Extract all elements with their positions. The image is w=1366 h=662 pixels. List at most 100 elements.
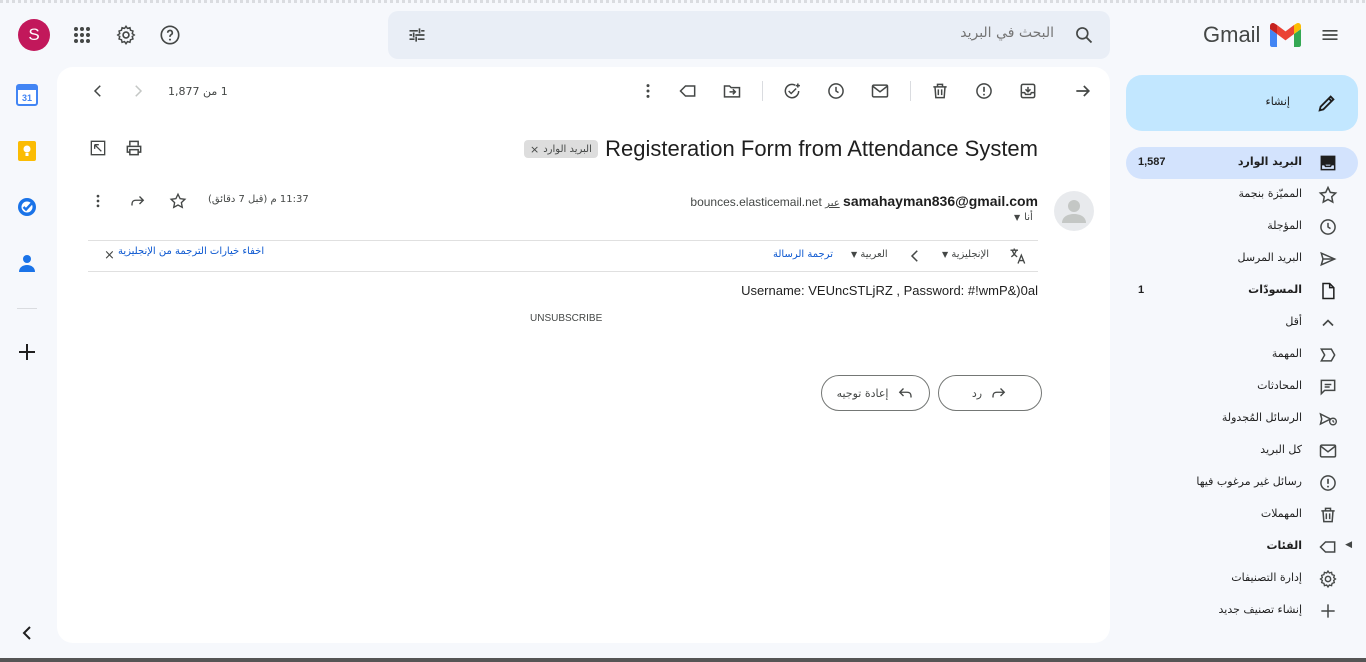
more-actions-button[interactable]: [628, 71, 668, 111]
message-body: Username: VEUncSTLjRZ , Password: #!wmP&…: [741, 283, 1038, 298]
sender-avatar: [1054, 191, 1094, 231]
label-chip-text: البريد الوارد: [543, 143, 592, 155]
recipient-details[interactable]: ▼ أنا: [1014, 212, 1033, 223]
print-button[interactable]: [114, 128, 154, 168]
sidebar-item-label: المهمة: [1271, 347, 1302, 360]
main-menu-button[interactable]: [1310, 15, 1350, 55]
add-to-tasks-button[interactable]: [772, 71, 812, 111]
sender-email[interactable]: samahayman836@gmail.com: [843, 193, 1038, 209]
source-language: الإنجليزية: [951, 249, 990, 260]
sidebar-item-star[interactable]: المميّزة بنجمة: [1126, 179, 1358, 211]
keep-app-icon[interactable]: [16, 140, 38, 162]
reply-arrow-icon: [131, 196, 145, 206]
help-button[interactable]: [150, 15, 190, 55]
archive-button[interactable]: [1008, 71, 1048, 111]
mark-unread-button[interactable]: [860, 71, 900, 111]
chevron-right-icon: [135, 85, 143, 97]
sender-via-domain: bounces.elasticemail.net: [690, 195, 822, 209]
move-folder-icon: [723, 85, 741, 98]
sidebar-item-gear[interactable]: إدارة التصنيفات: [1126, 563, 1358, 595]
collapse-side-panel-icon[interactable]: [16, 622, 38, 644]
sender-line: bounces.elasticemail.net عبر samahayman8…: [690, 193, 1038, 209]
sidebar-item-label: الفئات: [1266, 539, 1303, 552]
calendar-app-icon[interactable]: 31: [16, 84, 38, 106]
sidebar-item-label: أقل: [1285, 315, 1302, 328]
delete-button[interactable]: [920, 71, 960, 111]
sidebar-item-inbox[interactable]: البريد الوارد 1,587: [1126, 147, 1358, 179]
sidebar-item-trash[interactable]: المهملات: [1126, 499, 1358, 531]
translate-message-link[interactable]: ترجمة الرسالة: [773, 249, 833, 260]
close-translate-icon[interactable]: ×: [104, 248, 115, 263]
sidebar-item-scheduled-send[interactable]: الرسائل المُجدولة: [1126, 403, 1358, 435]
chevron-left-icon: [910, 250, 918, 262]
report-spam-button[interactable]: [964, 71, 1004, 111]
sidebar-item-send[interactable]: البريد المرسل: [1126, 243, 1358, 275]
chevron-up-icon: [1318, 313, 1338, 333]
spam-icon: [1318, 473, 1338, 493]
expand-arrow-icon[interactable]: ◀: [1345, 539, 1352, 550]
labels-button[interactable]: [668, 71, 708, 111]
sidebar-item-label[interactable]: الفئات ◀: [1126, 531, 1358, 563]
apps-button[interactable]: [62, 15, 102, 55]
bottom-border: [0, 658, 1366, 662]
sidebar-item-label: المهملات: [1260, 507, 1302, 520]
sidebar-item-draft[interactable]: المسودّات 1: [1126, 275, 1358, 307]
contacts-app-icon[interactable]: [16, 252, 38, 274]
newer-button[interactable]: [118, 71, 158, 111]
hide-translation-link[interactable]: اخفاء خيارات الترجمة من الإنجليزية: [118, 246, 264, 257]
forward-button[interactable]: إعادة توجيه: [821, 375, 930, 411]
search-options-button[interactable]: [397, 15, 437, 55]
hamburger-icon: [1322, 30, 1338, 40]
sidebar-item-important[interactable]: المهمة: [1126, 339, 1358, 371]
recipient-label: أنا: [1024, 212, 1033, 223]
target-language-select[interactable]: العربية ▼: [851, 249, 888, 260]
move-to-button[interactable]: [712, 71, 752, 111]
chat-icon: [1318, 377, 1338, 397]
snooze-button[interactable]: [816, 71, 856, 111]
search-input[interactable]: [494, 25, 1054, 41]
back-button[interactable]: [1063, 71, 1103, 111]
sidebar-item-all-mail[interactable]: كل البريد: [1126, 435, 1358, 467]
sidebar-item-chat[interactable]: المحادثات: [1126, 371, 1358, 403]
tasks-app-icon[interactable]: [16, 196, 38, 218]
sidebar-item-label: المحادثات: [1257, 379, 1302, 392]
search-bar[interactable]: [388, 11, 1110, 59]
compose-button[interactable]: إنشاء: [1126, 75, 1358, 131]
open-new-window-button[interactable]: [78, 128, 118, 168]
inbox-label-chip[interactable]: البريد الوارد ×: [524, 140, 598, 158]
gear-icon: [116, 25, 136, 45]
archive-icon: [1020, 83, 1036, 99]
sidebar-item-count: 1,587: [1138, 156, 1166, 168]
tune-icon: [409, 28, 425, 42]
sidebar-item-clock[interactable]: المؤجلة: [1126, 211, 1358, 243]
sidebar-item-chevron-up[interactable]: أقل: [1126, 307, 1358, 339]
reply-button[interactable]: رد: [938, 375, 1042, 411]
add-apps-icon[interactable]: [16, 341, 38, 363]
sidebar-item-count: 1: [1138, 284, 1145, 296]
sidebar-item-label: المميّزة بنجمة: [1238, 187, 1302, 200]
recipient-dropdown-icon: ▼: [1014, 213, 1021, 222]
reply-icon-button[interactable]: [122, 185, 154, 217]
search-icon: [1076, 27, 1093, 44]
send-icon: [1318, 249, 1338, 269]
forward-icon: [899, 388, 913, 398]
message-more-button[interactable]: [82, 185, 114, 217]
forward-label: إعادة توجيه: [836, 386, 889, 400]
trash-icon: [933, 83, 947, 99]
person-icon: [1062, 200, 1086, 223]
remove-label-icon[interactable]: ×: [530, 143, 539, 156]
reply-label: رد: [971, 386, 983, 400]
arrow-forward-icon: [1076, 85, 1091, 97]
star-button[interactable]: [162, 185, 194, 217]
chevron-left-icon: [93, 85, 101, 97]
sidebar-item-label: المسودّات: [1248, 283, 1302, 296]
gmail-logo[interactable]: [1270, 23, 1301, 47]
unsubscribe-link[interactable]: UNSUBSCRIBE: [530, 313, 602, 324]
source-language-select[interactable]: الإنجليزية ▼: [942, 249, 989, 260]
account-avatar[interactable]: S: [18, 19, 50, 51]
settings-button[interactable]: [106, 15, 146, 55]
sidebar-item-spam[interactable]: رسائل غير مرغوب فيها: [1126, 467, 1358, 499]
search-button[interactable]: [1064, 15, 1104, 55]
older-button[interactable]: [78, 71, 118, 111]
sidebar-item-plus[interactable]: إنشاء تصنيف جديد: [1126, 595, 1358, 627]
